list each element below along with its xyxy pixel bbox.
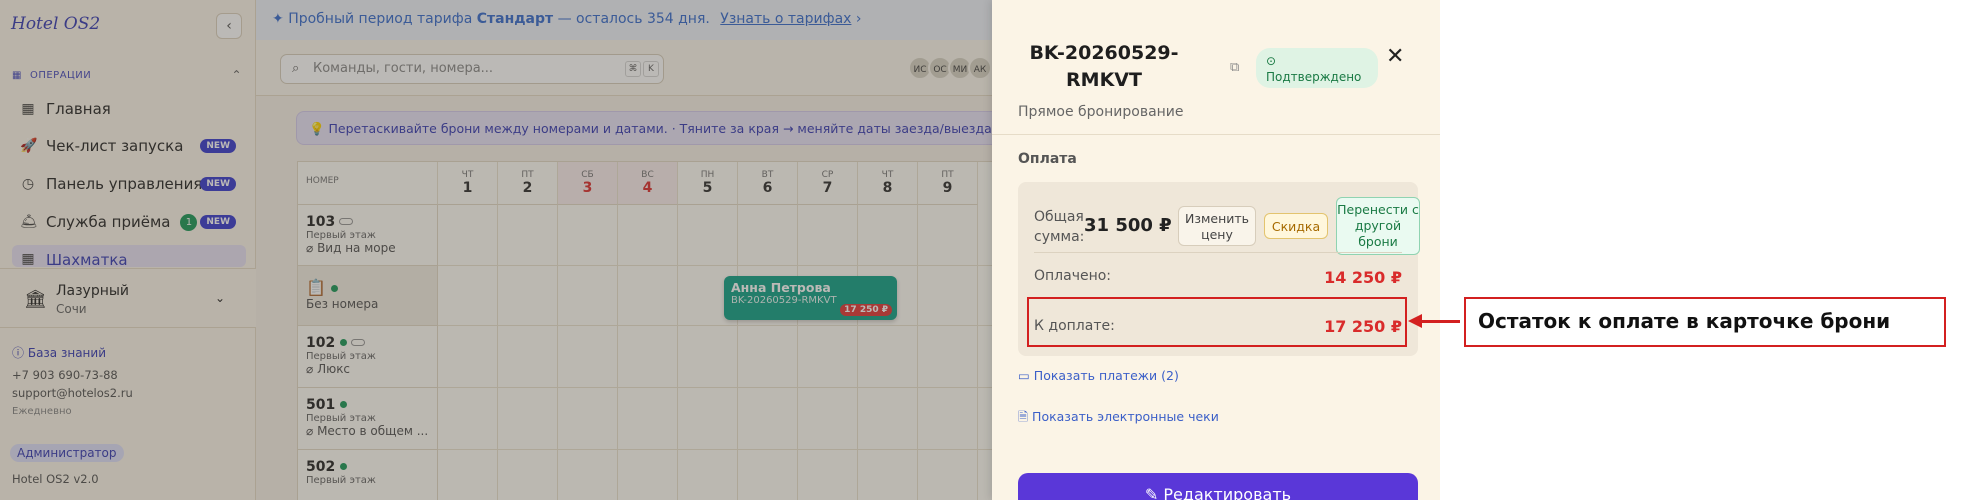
callout-arrow-head <box>1408 314 1422 328</box>
booking-drawer: BK-20260529-RMKVT ⧉ ⊙ Подтверждено ✕ Пря… <box>992 0 1440 500</box>
status-label: Подтверждено <box>1266 70 1362 84</box>
callout-annotation: Остаток к оплате в карточке брони <box>1464 297 1946 347</box>
show-receipts-link[interactable]: 🗎 Показать электронные чеки <box>1018 408 1219 429</box>
receipt-icon: 🗎 <box>1018 409 1029 424</box>
payment-section-title: Оплата <box>1018 151 1077 167</box>
card-icon: ▭ <box>1018 368 1030 383</box>
pencil-icon: ✎ <box>1144 485 1159 500</box>
change-price-button[interactable]: Изменить цену <box>1178 206 1256 246</box>
paid-value: 14 250 ₽ <box>1324 268 1402 287</box>
show-receipts-label: Показать электронные чеки <box>1032 409 1219 424</box>
copy-icon[interactable]: ⧉ <box>1230 60 1239 75</box>
show-payments-link[interactable]: ▭ Показать платежи (2) <box>1018 368 1179 383</box>
status-badge: ⊙ Подтверждено <box>1256 48 1378 88</box>
edit-button[interactable]: ✎ Редактировать <box>1018 473 1418 500</box>
total-label: Общая сумма: <box>1034 209 1085 245</box>
booking-id-title: BK-20260529-RMKVT <box>1029 42 1179 91</box>
callout-arrow <box>1420 320 1460 323</box>
paid-label: Оплачено: <box>1034 268 1112 284</box>
check-circle-icon: ⊙ <box>1266 54 1277 68</box>
app-window: Hotel OS2 ‹ ▦ ОПЕРАЦИИ ⌃ ▦ Главная 🚀 Чек… <box>0 0 1440 500</box>
modal-backdrop[interactable] <box>0 0 992 500</box>
total-value: 31 500 ₽ <box>1084 215 1172 236</box>
discount-button[interactable]: Скидка <box>1264 213 1328 239</box>
show-payments-label: Показать платежи (2) <box>1033 368 1179 383</box>
booking-source: Прямое бронирование <box>1018 104 1184 120</box>
due-highlight-box <box>1027 297 1407 347</box>
edit-label: Редактировать <box>1163 485 1292 500</box>
transfer-from-booking-button[interactable]: Перенести с другой брони <box>1336 197 1420 255</box>
close-icon[interactable]: ✕ <box>1386 44 1404 69</box>
